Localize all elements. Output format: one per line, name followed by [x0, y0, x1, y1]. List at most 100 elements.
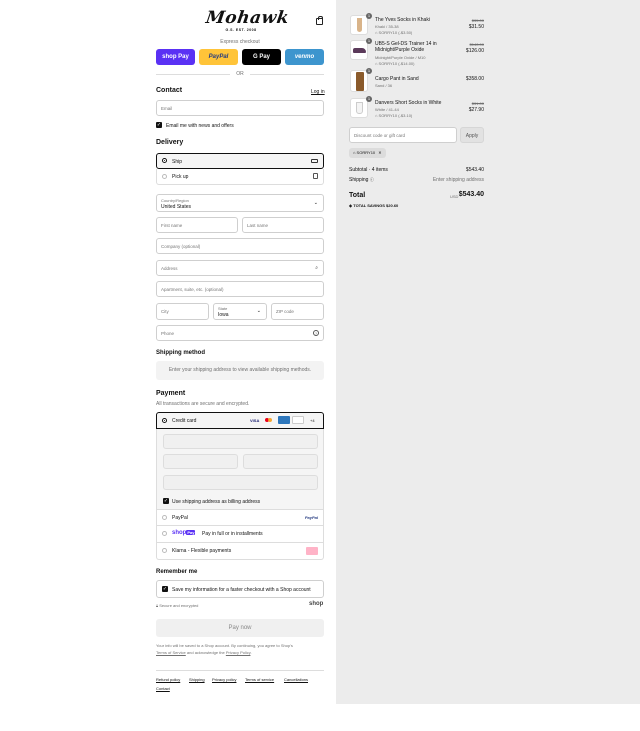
item-old-price: $31.00	[471, 101, 484, 106]
ship-radio[interactable]	[162, 158, 167, 163]
last-name-input[interactable]: Last name	[242, 217, 324, 233]
ship-option[interactable]: Ship	[156, 153, 324, 169]
discount-code-input[interactable]: Discount code or gift card	[349, 127, 457, 143]
close-icon[interactable]: ✕	[378, 150, 381, 155]
shipping-value: Enter shipping address	[432, 177, 484, 183]
paypal-option[interactable]: PayPal PayPal	[156, 509, 324, 526]
payment-subtitle: All transactions are secure and encrypte…	[156, 401, 250, 407]
brand-logo[interactable]: Mohawk	[205, 8, 291, 28]
credit-card-option[interactable]: Credit card VISA +4	[156, 412, 324, 429]
quantity-badge: 1	[366, 96, 372, 102]
item-variant: Midnight/Purple Oxide / M10	[375, 55, 426, 60]
shop-pay-button[interactable]: shop Pay	[156, 49, 195, 65]
shop-logo-icon: shop	[309, 601, 324, 607]
phone-input[interactable]: Phone ?	[156, 325, 324, 341]
delivery-title: Delivery	[156, 139, 184, 146]
shopping-bag-icon[interactable]	[316, 16, 323, 25]
pickup-label: Pick up	[172, 174, 189, 180]
item-name: UB5-S Gel-DS Trainer 14 in Midnight/Purp…	[375, 41, 437, 53]
cancellations-link[interactable]: Cancellations	[284, 677, 308, 682]
shoppay-label: Pay in full or in installments	[202, 531, 263, 537]
ship-label: Ship	[172, 158, 183, 165]
item-name: Danvers Short Socks in White	[375, 100, 442, 106]
klarna-option[interactable]: Klarna - Flexible payments	[156, 543, 324, 560]
shipping-label: Shipping ⓘ	[349, 177, 374, 183]
store-icon	[313, 173, 318, 179]
credit-card-radio[interactable]	[162, 418, 167, 423]
shoppay-radio[interactable]	[162, 531, 167, 536]
privacy-policy-link[interactable]: Privacy policy	[212, 677, 236, 682]
shipping-method-title: Shipping method	[156, 350, 205, 356]
divider-left	[156, 74, 230, 75]
google-pay-button[interactable]: G Pay	[242, 49, 281, 65]
login-link[interactable]: Log in	[311, 89, 325, 95]
shoppay-logo-icon: shopPay	[172, 530, 196, 536]
item-price: $358.00	[465, 76, 484, 82]
card-number-input[interactable]	[163, 434, 318, 449]
quantity-badge: 1	[366, 13, 372, 19]
save-info-option[interactable]: ✓ Save my information for a faster check…	[156, 580, 324, 598]
state-select[interactable]: State Iowa ⌄	[213, 303, 267, 320]
shipping-method-notice: Enter your shipping address to view avai…	[156, 361, 324, 380]
shipping-policy-link[interactable]: Shipping	[189, 677, 205, 682]
shop-terms-link[interactable]: Terms of Service	[156, 650, 186, 655]
item-variant: White / 41-44	[375, 107, 399, 112]
credit-card-label: Credit card	[172, 418, 197, 424]
paypal-logo-icon: PayPal	[304, 515, 318, 520]
subtotal-label: Subtotal · 4 items	[349, 167, 388, 173]
apply-button[interactable]: Apply	[460, 127, 484, 143]
address-input[interactable]: Address ⌕	[156, 260, 324, 276]
zip-input[interactable]: ZIP code	[271, 303, 324, 320]
express-checkout-title: Express checkout	[220, 39, 260, 45]
secure-note: 🔒︎ Secure and encrypted	[156, 603, 199, 608]
shoppay-option[interactable]: shopPay Pay in full or in installments	[156, 526, 324, 543]
refund-policy-link[interactable]: Refund policy	[156, 677, 180, 682]
klarna-logo-icon	[306, 547, 318, 555]
discover-icon	[292, 416, 304, 424]
item-price: $31.50	[468, 24, 484, 30]
discount-tag-code: SORRY10	[356, 150, 376, 155]
amex-icon	[278, 416, 290, 424]
city-input[interactable]: City	[156, 303, 209, 320]
save-info-label: Save my information for a faster checkou…	[172, 586, 311, 593]
contact-link[interactable]: Contact	[156, 686, 170, 691]
billing-same-checkbox[interactable]: ✓	[163, 498, 169, 504]
venmo-button[interactable]: venmo	[285, 49, 324, 65]
footer-divider	[156, 670, 324, 671]
legal-text: Your info will be saved to a Shop accoun…	[156, 643, 293, 655]
email-input[interactable]: Email	[156, 100, 324, 116]
contact-title: Contact	[156, 87, 183, 94]
card-cvv-input[interactable]	[243, 454, 318, 469]
shop-privacy-link[interactable]: Privacy Policy	[226, 650, 251, 655]
quantity-badge: 1	[366, 38, 372, 44]
card-name-input[interactable]	[163, 475, 318, 490]
card-expiry-input[interactable]	[163, 454, 238, 469]
shoe-icon	[353, 48, 366, 53]
item-variant: Sand / 36	[375, 83, 393, 88]
terms-link[interactable]: Terms of service	[245, 677, 274, 682]
first-name-input[interactable]: First name	[156, 217, 238, 233]
item-price: $126.00	[465, 48, 484, 54]
country-select[interactable]: Country/Region United States ⌄	[156, 194, 324, 212]
paypal-button[interactable]: PayPal	[199, 49, 238, 65]
item-old-price: $140.00	[469, 42, 484, 47]
help-icon[interactable]: ?	[313, 330, 319, 336]
company-input[interactable]: Company (optional)	[156, 238, 324, 254]
brand-tagline: G.S. EST. 2008	[225, 28, 257, 32]
search-icon: ⌕	[315, 265, 318, 271]
checkout-page: Mohawk G.S. EST. 2008 Express checkout s…	[0, 0, 640, 731]
pickup-radio[interactable]	[162, 174, 167, 179]
product-thumb-cargo-pant	[350, 70, 368, 92]
newsletter-checkbox[interactable]: ✓	[156, 122, 162, 128]
klarna-radio[interactable]	[162, 548, 167, 553]
save-info-checkbox[interactable]: ✓	[162, 586, 168, 592]
pickup-option[interactable]: Pick up	[156, 169, 324, 185]
state-value: Iowa	[218, 312, 229, 318]
apartment-input[interactable]: Apartment, suite, etc. (optional)	[156, 281, 324, 297]
mastercard-icon	[265, 418, 272, 423]
info-icon[interactable]: ⓘ	[370, 177, 374, 182]
billing-same-label: Use shipping address as billing address	[172, 498, 261, 505]
pay-now-button[interactable]: Pay now	[156, 619, 324, 637]
item-old-price: $35.00	[471, 18, 484, 23]
paypal-radio[interactable]	[162, 515, 167, 520]
